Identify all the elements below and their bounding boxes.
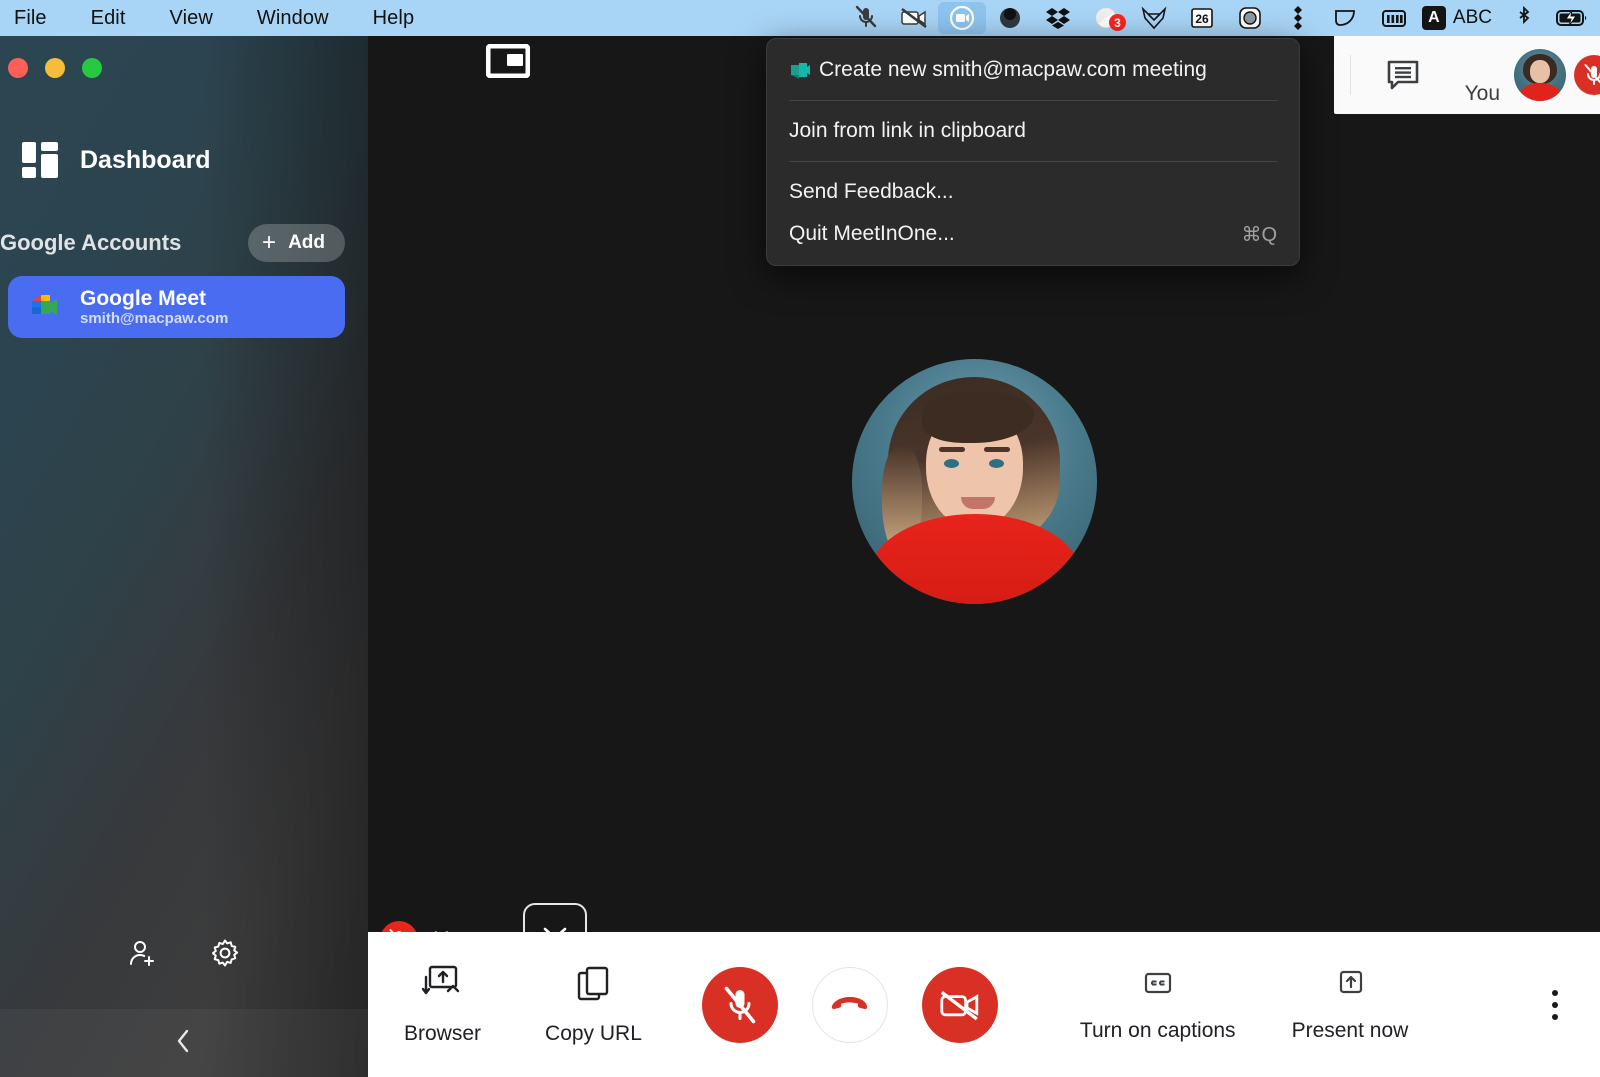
battery-charging-icon[interactable] bbox=[1548, 0, 1596, 36]
zoom-button[interactable] bbox=[82, 58, 102, 78]
present-now-label: Present now bbox=[1291, 1019, 1409, 1042]
menu-item-label: Create new smith@macpaw.com meeting bbox=[819, 58, 1207, 81]
google-meet-icon bbox=[28, 292, 62, 322]
microphone-muted-icon[interactable] bbox=[842, 0, 890, 36]
input-source-label: ABC bbox=[1452, 7, 1492, 28]
camera-off-icon bbox=[921, 966, 998, 1043]
menu-item-label: Quit MeetInOne... bbox=[789, 222, 955, 245]
menu-help[interactable]: Help bbox=[351, 0, 437, 36]
hang-up-icon bbox=[811, 966, 888, 1043]
account-text-block: Google Meet smith@macpaw.com bbox=[80, 287, 228, 328]
menu-item-join-from-clipboard[interactable]: Join from link in clipboard bbox=[767, 110, 1299, 152]
toolbar-divider bbox=[1349, 55, 1351, 95]
menu-item-shortcut: ⌘Q bbox=[1241, 223, 1277, 246]
stage-participant-avatar bbox=[852, 359, 1097, 604]
avatar[interactable] bbox=[1514, 49, 1566, 101]
bluetooth-icon[interactable] bbox=[1500, 0, 1548, 36]
meetinone-icon[interactable] bbox=[937, 2, 986, 34]
gear-icon[interactable] bbox=[208, 936, 242, 970]
google-meet-icon bbox=[789, 60, 819, 80]
menu-item-label: Send Feedback... bbox=[789, 180, 954, 203]
dropbox-icon[interactable] bbox=[1034, 0, 1082, 36]
microphone-muted-icon bbox=[701, 966, 778, 1043]
chevron-left-icon[interactable] bbox=[173, 1026, 195, 1061]
account-item-google-meet[interactable]: Google Meet smith@macpaw.com bbox=[8, 276, 345, 338]
menu-bar-status-items: 3 26 A ABC bbox=[842, 0, 1600, 36]
menu-item-create-meeting[interactable]: Create new smith@macpaw.com meeting bbox=[767, 49, 1299, 91]
copy-url-button[interactable]: Copy URL bbox=[545, 963, 642, 1046]
close-button[interactable] bbox=[8, 58, 28, 78]
participant-label: You bbox=[1464, 82, 1500, 105]
notification-icon[interactable]: 3 bbox=[1082, 0, 1130, 36]
present-screen-icon bbox=[1329, 966, 1371, 1012]
meetinone-dropdown-menu: Create new smith@macpaw.com meeting Join… bbox=[766, 38, 1300, 266]
browser-label: Browser bbox=[404, 1022, 482, 1045]
menu-file[interactable]: File bbox=[0, 0, 69, 36]
dashboard-grid-icon bbox=[22, 142, 58, 178]
camera-off-icon[interactable] bbox=[890, 0, 938, 36]
section-label: Google Accounts bbox=[0, 230, 182, 255]
input-source-glyph: A bbox=[1421, 6, 1446, 30]
meet-control-bar: Browser Copy URL Turn on captions Presen… bbox=[368, 932, 1600, 1077]
dashboard-sidebar: Dashboard Google Accounts + Add Google M… bbox=[0, 36, 368, 1077]
cleanmymac-icon[interactable] bbox=[1274, 0, 1322, 36]
meet-top-bar: You bbox=[1333, 36, 1600, 114]
more-options-button[interactable] bbox=[1552, 989, 1558, 1020]
notification-badge: 3 bbox=[1108, 14, 1126, 31]
page-title: Dashboard bbox=[80, 145, 211, 174]
battery-meter-icon[interactable] bbox=[1370, 0, 1418, 36]
mute-toggle-button[interactable] bbox=[701, 966, 778, 1043]
plus-icon: + bbox=[262, 229, 277, 256]
bartender-icon[interactable] bbox=[986, 0, 1034, 36]
picture-in-picture-icon[interactable] bbox=[485, 43, 531, 79]
copy-icon bbox=[571, 963, 615, 1015]
closed-captions-icon bbox=[1137, 966, 1179, 1012]
window-traffic-lights bbox=[8, 58, 102, 78]
sidebar-collapse-bar[interactable] bbox=[0, 1009, 368, 1077]
sidebar-footer-actions bbox=[0, 936, 368, 970]
add-account-button[interactable]: + Add bbox=[248, 224, 345, 262]
browser-button[interactable]: Browser bbox=[404, 963, 481, 1046]
menu-window[interactable]: Window bbox=[235, 0, 351, 36]
captions-button[interactable]: Turn on captions bbox=[1080, 966, 1236, 1043]
shape-icon[interactable] bbox=[1322, 0, 1370, 36]
input-source-indicator[interactable]: A ABC bbox=[1418, 6, 1500, 30]
menu-item-quit[interactable]: Quit MeetInOne... ⌘Q bbox=[767, 213, 1299, 255]
menu-item-label: Join from link in clipboard bbox=[789, 119, 1026, 142]
calendar-26-icon[interactable]: 26 bbox=[1178, 0, 1226, 36]
menu-divider bbox=[789, 161, 1277, 162]
add-person-icon[interactable] bbox=[126, 936, 160, 970]
copy-url-label: Copy URL bbox=[545, 1022, 642, 1045]
menu-item-send-feedback[interactable]: Send Feedback... bbox=[767, 171, 1299, 213]
menu-bar-app-menus: File Edit View Window Help bbox=[0, 0, 436, 36]
svg-text:26: 26 bbox=[1195, 12, 1209, 26]
present-now-button[interactable]: Present now bbox=[1291, 966, 1409, 1043]
account-email: smith@macpaw.com bbox=[80, 310, 229, 328]
menu-edit[interactable]: Edit bbox=[69, 0, 148, 36]
timemachine-icon[interactable] bbox=[1226, 0, 1274, 36]
fox-icon[interactable] bbox=[1130, 0, 1178, 36]
chat-bubble-icon[interactable] bbox=[1381, 53, 1425, 97]
macos-menu-bar: File Edit View Window Help 3 26 A ABC bbox=[0, 0, 1600, 36]
camera-toggle-button[interactable] bbox=[921, 966, 998, 1043]
open-in-browser-icon bbox=[418, 963, 468, 1015]
minimize-button[interactable] bbox=[45, 58, 65, 78]
more-options-icon bbox=[1552, 989, 1558, 1020]
google-accounts-section-header: Google Accounts + Add bbox=[0, 224, 345, 262]
account-name: Google Meet bbox=[80, 286, 207, 310]
menu-view[interactable]: View bbox=[148, 0, 235, 36]
dashboard-header: Dashboard bbox=[22, 142, 211, 178]
add-account-label: Add bbox=[288, 232, 325, 253]
menu-divider bbox=[789, 100, 1277, 101]
hang-up-button[interactable] bbox=[811, 966, 888, 1043]
participant-mute-badge bbox=[1574, 55, 1600, 95]
captions-label: Turn on captions bbox=[1079, 1019, 1236, 1042]
